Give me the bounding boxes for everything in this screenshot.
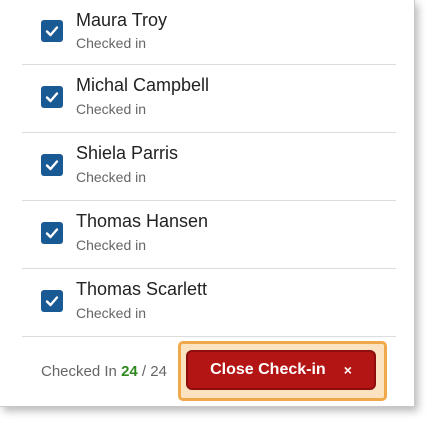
check-icon [45,26,59,37]
attendee-status: Checked in [76,101,147,117]
checkbox[interactable] [41,222,63,244]
list-item: Thomas Hansen Checked in [22,201,396,269]
check-icon [45,228,59,239]
checkbox[interactable] [41,290,63,312]
attendee-status: Checked in [76,35,147,51]
checkin-footer: Checked In 24 / 24 Close Check-in × [0,336,414,406]
checkbox[interactable] [41,86,63,108]
total-number: 24 [150,363,167,380]
attendee-name: Shiela Parris [76,143,179,163]
attendee-name: Maura Troy [76,10,168,30]
checked-in-number: 24 [121,363,138,380]
checkbox[interactable] [41,20,63,42]
close-checkin-highlight: Close Check-in × [178,341,387,401]
list-item: Michal Campbell Checked in [22,65,396,133]
check-icon [45,160,59,171]
checked-in-label: Checked In [41,363,117,380]
attendee-name: Thomas Scarlett [76,279,208,299]
list-item: Maura Troy Checked in [22,0,396,65]
check-icon [45,296,59,307]
attendee-name: Thomas Hansen [76,211,209,231]
list-item: Shiela Parris Checked in [22,133,396,201]
close-checkin-label: Close Check-in [210,361,326,378]
attendee-name: Michal Campbell [76,75,210,95]
list-item: Thomas Scarlett Checked in [22,269,396,337]
close-icon: × [343,362,352,378]
count-separator: / [141,363,147,380]
attendee-status: Checked in [76,169,147,185]
attendee-status: Checked in [76,305,147,321]
checkbox[interactable] [41,154,63,176]
attendee-status: Checked in [76,237,147,253]
check-icon [45,92,59,103]
attendee-list: Maura Troy Checked in Michal Campbell Ch… [22,0,396,337]
close-checkin-button[interactable]: Close Check-in × [186,350,376,390]
checked-in-count: Checked In 24 / 24 [41,363,167,380]
checkin-panel: Maura Troy Checked in Michal Campbell Ch… [0,0,415,407]
